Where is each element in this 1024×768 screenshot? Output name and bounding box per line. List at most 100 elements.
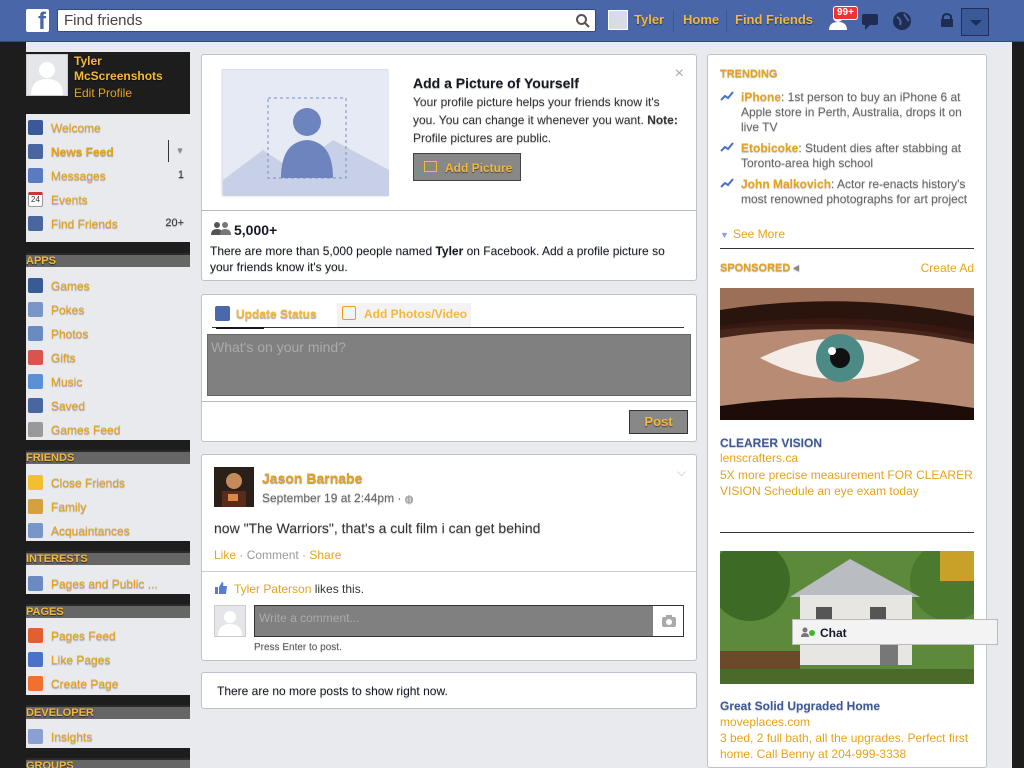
search-icon[interactable] [575,13,591,29]
news-feed-icon [28,144,43,159]
ad-domain[interactable]: lenscrafters.ca [720,451,798,465]
ad-image[interactable] [720,551,974,684]
text: There are more than 5,000 people named [210,244,436,258]
section-header-groups[interactable]: GROUPS [26,758,190,768]
sidebar-item-label: Pages Feed [51,629,116,643]
sidebar-item-events[interactable]: 24 Events [26,188,190,212]
press-enter-hint: Press Enter to post. [254,642,342,653]
profile-name[interactable]: Tyler McScreenshots [74,54,190,84]
facebook-logo[interactable]: f [26,9,49,35]
sidebar-item-games-feed[interactable]: Games Feed [26,418,190,442]
status-input[interactable]: What's on your mind? [207,334,691,396]
calendar-icon: 24 [28,192,43,207]
ad-text[interactable]: 5X more precise measurement FOR CLEARER … [720,467,974,499]
tab-update-status[interactable]: Update Status [212,303,324,327]
timestamp-text: September 19 at 2:44pm [262,491,395,505]
privacy-shortcuts-icon[interactable] [935,10,959,32]
ad-title[interactable]: CLEARER VISION [720,436,822,450]
sidebar-item-messages[interactable]: Messages 1 [26,164,190,188]
camera-icon[interactable] [661,614,677,628]
post-actions: Like · Comment · Share [214,548,341,562]
sidebar-item-games[interactable]: Games [26,274,190,298]
create-ad-link[interactable]: Create Ad [921,261,974,275]
trending-keyword[interactable]: iPhone [741,90,781,104]
chat-bar[interactable]: Chat [792,619,998,645]
section-header-interests[interactable]: INTERESTS [26,551,190,565]
avatar[interactable] [26,54,68,96]
sidebar-item-gifts[interactable]: Gifts [26,346,190,370]
sidebar-item-saved[interactable]: Saved [26,394,190,418]
messages-icon[interactable] [860,10,884,32]
sidebar-item-insights[interactable]: Insights [26,725,190,749]
chevron-down-icon[interactable]: ⌵ [677,465,686,480]
sidebar-item-pages-feed[interactable]: Pages Feed [26,624,190,648]
count-badge: 20+ [165,217,184,229]
section-header-pages[interactable]: PAGES [26,604,190,618]
games-icon [28,278,43,293]
sidebar-item-label: Acquaintances [51,524,130,538]
section-header-developer[interactable]: DEVELOPER [26,705,190,719]
sidebar-item-create-page[interactable]: Create Page [26,672,190,696]
comment-input[interactable]: Write a comment... [254,605,684,637]
share-link[interactable]: Share [309,548,341,562]
section-header-apps[interactable]: APPS [26,253,190,267]
trending-keyword[interactable]: Etobicoke [741,141,798,155]
chart-icon [28,729,43,744]
sidebar-item-pages-public[interactable]: Pages and Public ... [26,572,190,596]
thumbs-up-icon [28,652,43,667]
search-box[interactable] [57,9,596,32]
divider [202,571,696,572]
sidebar-item-photos[interactable]: Photos [26,322,190,346]
sidebar-item-pokes[interactable]: Pokes [26,298,190,322]
sidebar-item-family[interactable]: Family [26,495,190,519]
ad-title[interactable]: Great Solid Upgraded Home [720,699,880,713]
sidebar-item-find-friends[interactable]: Find Friends 20+ [26,212,190,236]
home-link[interactable]: Home [683,12,719,27]
avatar[interactable] [608,10,628,30]
section-title: DEVELOPER [26,707,94,719]
sidebar-item-label: Messages [51,169,106,183]
close-icon[interactable]: × [675,65,684,83]
post-timestamp[interactable]: September 19 at 2:44pm · ◍ [262,491,414,505]
like-link[interactable]: Like [214,548,236,562]
bookmark-icon [28,398,43,413]
section-title: FRIENDS [26,452,75,464]
people-count: 5,000+ [234,222,278,238]
settings-dropdown-button[interactable] [961,8,989,36]
see-more-link[interactable]: ▼ See More [720,227,785,241]
globe-icon[interactable] [890,10,914,32]
right-column: TRENDING iPhone: 1st person to buy an iP… [707,54,987,768]
ad-text[interactable]: 3 bed, 2 full bath, all the upgrades. Pe… [720,730,974,762]
sidebar-item-acquaintances[interactable]: Acquaintances [26,519,190,543]
post-button[interactable]: Post [629,410,688,434]
avatar[interactable] [214,467,254,507]
house-icon [28,499,43,514]
sidebar-item-news-feed[interactable]: News Feed ▼ [26,140,190,164]
sidebar-item-like-pages[interactable]: Like Pages [26,648,190,672]
trending-keyword[interactable]: John Malkovich [741,177,831,191]
messages-icon [28,168,43,183]
separator: · [236,548,247,562]
sponsored-header: SPONSORED ◂ [720,261,799,274]
liker-name[interactable]: Tyler Paterson [234,582,311,596]
ad-domain[interactable]: moveplaces.com [720,715,810,729]
section-header-friends[interactable]: FRIENDS [26,450,190,464]
chevron-down-icon[interactable]: ▼ [176,146,184,155]
chevron-down-icon: ▼ [720,230,729,240]
sidebar-item-label: Like Pages [51,653,111,667]
add-picture-button[interactable]: Add Picture [413,153,521,181]
tab-add-photos[interactable]: Add Photos/Video [337,303,471,327]
profile-picture-prompt: Add a Picture of Yourself Your profile p… [201,54,697,281]
comment-link[interactable]: Comment [247,548,299,562]
sidebar-item-welcome[interactable]: Welcome [26,116,190,140]
likes-summary: Tyler Paterson likes this. [214,582,364,596]
ad-image[interactable] [720,288,974,420]
sidebar-item-music[interactable]: Music [26,370,190,394]
edit-profile-link[interactable]: Edit Profile [74,86,132,100]
post-author[interactable]: Jason Barnabe [262,470,362,486]
find-friends-link[interactable]: Find Friends [735,12,813,27]
globe-icon: ◍ [404,494,414,505]
profile-link[interactable]: Tyler [634,12,664,27]
search-input[interactable] [58,10,558,31]
sidebar-item-close-friends[interactable]: Close Friends [26,471,190,495]
